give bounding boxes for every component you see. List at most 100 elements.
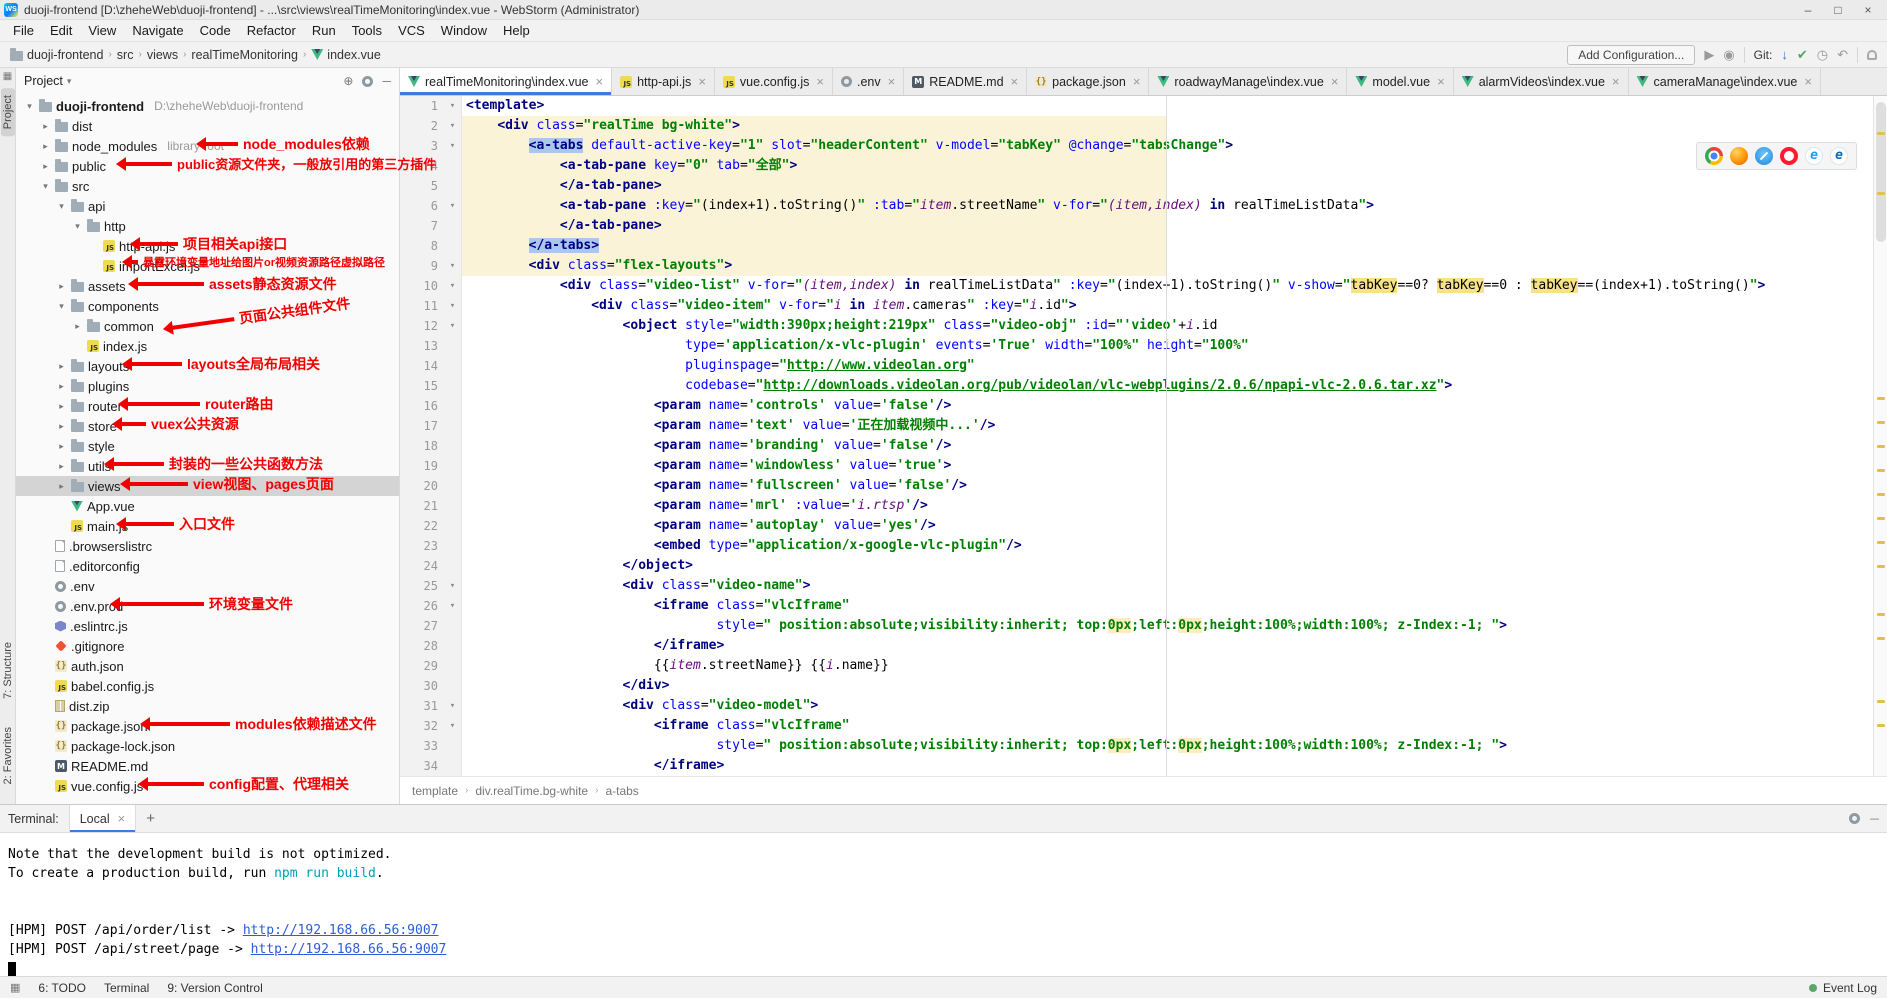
tree-item-main-js[interactable]: main.js bbox=[16, 516, 399, 536]
tree-item-readme-md[interactable]: README.md bbox=[16, 756, 399, 776]
terminal-output[interactable]: Note that the development build is not o… bbox=[0, 833, 1887, 978]
terminal-tab-local[interactable]: Local × bbox=[69, 805, 136, 832]
terminal-settings-gear-icon[interactable] bbox=[1849, 813, 1860, 824]
editor-tab-vue-config-js[interactable]: vue.config.js× bbox=[715, 68, 833, 95]
project-panel-title[interactable]: Project bbox=[24, 74, 63, 88]
tree-item-router[interactable]: ▸router bbox=[16, 396, 399, 416]
gear-icon[interactable] bbox=[362, 76, 373, 87]
statusbar-terminal[interactable]: Terminal bbox=[104, 981, 149, 995]
close-tab-icon[interactable]: × bbox=[1331, 74, 1339, 89]
browser-opera-icon[interactable] bbox=[1780, 147, 1798, 165]
tree-item-env[interactable]: .env bbox=[16, 576, 399, 596]
menu-vcs[interactable]: VCS bbox=[391, 21, 432, 40]
error-stripe-mark[interactable] bbox=[1877, 517, 1885, 520]
fold-icon[interactable]: ▾ bbox=[444, 316, 462, 336]
fold-icon[interactable]: ▾ bbox=[444, 96, 462, 116]
breadcrumb-item-duoji-frontend[interactable]: duoji-frontend bbox=[10, 48, 103, 62]
error-stripe-mark[interactable] bbox=[1877, 493, 1885, 496]
editor-tab-readme-md[interactable]: README.md× bbox=[904, 68, 1027, 95]
tree-chevron-icon[interactable]: ▸ bbox=[56, 361, 67, 372]
tree-chevron-icon[interactable]: ▸ bbox=[56, 381, 67, 392]
error-stripe-mark[interactable] bbox=[1877, 700, 1885, 703]
menu-tools[interactable]: Tools bbox=[345, 21, 389, 40]
new-terminal-session-icon[interactable]: + bbox=[146, 810, 155, 827]
fold-icon[interactable]: ▾ bbox=[444, 276, 462, 296]
editor-scrollbar[interactable] bbox=[1873, 96, 1887, 776]
error-stripe-mark[interactable] bbox=[1877, 469, 1885, 472]
menu-file[interactable]: File bbox=[6, 21, 41, 40]
tree-chevron-icon[interactable]: ▸ bbox=[56, 421, 67, 432]
fold-icon[interactable]: ▾ bbox=[444, 596, 462, 616]
hide-panel-icon[interactable]: ─ bbox=[382, 74, 391, 88]
editor-breadcrumb-template[interactable]: template bbox=[412, 784, 458, 798]
tree-item-style[interactable]: ▸style bbox=[16, 436, 399, 456]
tree-item-auth-json[interactable]: auth.json bbox=[16, 656, 399, 676]
fold-icon[interactable]: ▾ bbox=[444, 256, 462, 276]
tree-item-public[interactable]: ▸public bbox=[16, 156, 399, 176]
minimize-panel-icon[interactable]: ─ bbox=[1870, 812, 1879, 826]
close-tab-icon[interactable]: × bbox=[1612, 74, 1620, 89]
error-stripe-mark[interactable] bbox=[1877, 637, 1885, 640]
menu-view[interactable]: View bbox=[81, 21, 123, 40]
fold-icon[interactable]: ▾ bbox=[444, 296, 462, 316]
tree-item-dist-zip[interactable]: dist.zip bbox=[16, 696, 399, 716]
tree-item-vue-config-js[interactable]: vue.config.js bbox=[16, 776, 399, 796]
history-icon[interactable]: ◷ bbox=[1817, 48, 1828, 61]
fold-icon[interactable]: ▾ bbox=[444, 196, 462, 216]
editor-tab-realtimemonitoring-index-vue[interactable]: realTimeMonitoring\index.vue× bbox=[400, 68, 612, 95]
debug-icon[interactable]: ◉ bbox=[1723, 48, 1734, 61]
code-editor[interactable]: 1▾<template>2▾ <div class="realTime bg-w… bbox=[400, 96, 1887, 776]
breadcrumb-item-index-vue[interactable]: index.vue bbox=[311, 48, 381, 62]
editor-tab-alarmvideos-index-vue[interactable]: alarmVideos\index.vue× bbox=[1454, 68, 1629, 95]
error-stripe-mark[interactable] bbox=[1877, 445, 1885, 448]
close-tab-icon[interactable]: × bbox=[1011, 74, 1019, 89]
menu-refactor[interactable]: Refactor bbox=[240, 21, 303, 40]
tree-item-src[interactable]: ▾src bbox=[16, 176, 399, 196]
close-tab-icon[interactable]: × bbox=[1133, 74, 1141, 89]
tree-item-editorconfig[interactable]: .editorconfig bbox=[16, 556, 399, 576]
editor-breadcrumb-a-tabs[interactable]: a-tabs bbox=[605, 784, 638, 798]
tree-item-dist[interactable]: ▸dist bbox=[16, 116, 399, 136]
tree-chevron-icon[interactable]: ▸ bbox=[40, 121, 51, 132]
tree-chevron-icon[interactable]: ▸ bbox=[56, 401, 67, 412]
tree-chevron-icon[interactable]: ▾ bbox=[40, 181, 51, 192]
fold-icon[interactable]: ▾ bbox=[444, 136, 462, 156]
tree-chevron-icon[interactable]: ▸ bbox=[56, 481, 67, 492]
error-stripe-mark[interactable] bbox=[1877, 192, 1885, 195]
tree-item-utils[interactable]: ▸utils bbox=[16, 456, 399, 476]
close-tab-icon[interactable]: × bbox=[1804, 74, 1812, 89]
fold-icon[interactable]: ▾ bbox=[444, 116, 462, 136]
browser-safari-icon[interactable] bbox=[1755, 147, 1773, 165]
menu-code[interactable]: Code bbox=[193, 21, 238, 40]
locate-file-icon[interactable]: ⊕ bbox=[343, 74, 353, 88]
tree-item-layouts[interactable]: ▸layouts bbox=[16, 356, 399, 376]
fold-icon[interactable]: ▾ bbox=[444, 696, 462, 716]
git-update-icon[interactable]: ↓ bbox=[1781, 48, 1788, 61]
editor-tab-env[interactable]: .env× bbox=[833, 68, 904, 95]
add-configuration-button[interactable]: Add Configuration... bbox=[1567, 45, 1695, 65]
tree-item-app-vue[interactable]: App.vue bbox=[16, 496, 399, 516]
menu-navigate[interactable]: Navigate bbox=[125, 21, 190, 40]
tree-item-plugins[interactable]: ▸plugins bbox=[16, 376, 399, 396]
tree-chevron-icon[interactable]: ▸ bbox=[56, 461, 67, 472]
editor-breadcrumb-div-realtime-bg-white[interactable]: div.realTime.bg-white bbox=[475, 784, 588, 798]
tree-chevron-icon[interactable]: ▸ bbox=[56, 441, 67, 452]
statusbar-todo[interactable]: 6: TODO bbox=[38, 981, 86, 995]
tool-windows-grid-icon[interactable]: ▦ bbox=[3, 71, 12, 82]
tree-item-components[interactable]: ▾components bbox=[16, 296, 399, 316]
tree-item-eslintrc-js[interactable]: .eslintrc.js bbox=[16, 616, 399, 636]
tree-chevron-icon[interactable]: ▸ bbox=[56, 281, 67, 292]
tree-item-index-js[interactable]: index.js bbox=[16, 336, 399, 356]
notifications-icon[interactable] bbox=[1867, 50, 1877, 60]
close-tab-icon[interactable]: × bbox=[596, 74, 604, 89]
tree-item-common[interactable]: ▸common bbox=[16, 316, 399, 336]
browser-ie-icon[interactable] bbox=[1805, 147, 1823, 165]
tree-item-http-api-js[interactable]: http-api.js bbox=[16, 236, 399, 256]
breadcrumb-item-views[interactable]: views bbox=[147, 48, 178, 62]
error-stripe-mark[interactable] bbox=[1877, 565, 1885, 568]
editor-tab-http-api-js[interactable]: http-api.js× bbox=[612, 68, 715, 95]
error-stripe-mark[interactable] bbox=[1877, 132, 1885, 135]
scrollbar-thumb[interactable] bbox=[1876, 102, 1886, 242]
tree-chevron-icon[interactable]: ▾ bbox=[72, 221, 83, 232]
menu-help[interactable]: Help bbox=[496, 21, 537, 40]
